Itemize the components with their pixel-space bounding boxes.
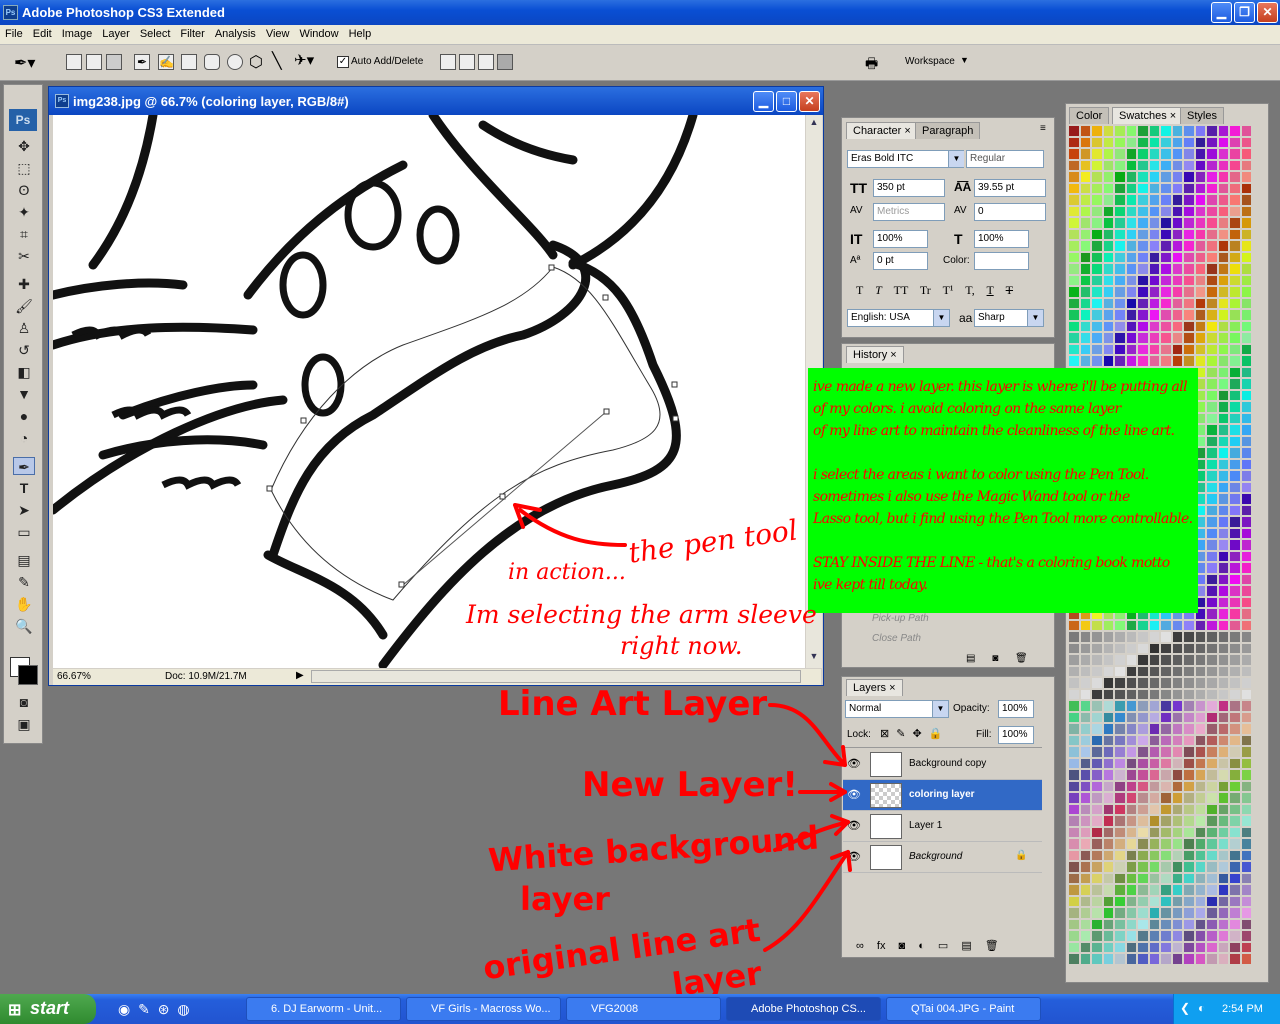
windows-logo-icon: ⊞ bbox=[8, 1002, 22, 1019]
original-layer-arrow bbox=[763, 850, 850, 952]
white-layer-arrow bbox=[773, 820, 850, 852]
taskbar-item[interactable]: 6. DJ Earworm - Unit... bbox=[246, 997, 401, 1021]
quick-launch-icons[interactable]: ◉ ✎ ⊛ ◍ bbox=[118, 1001, 190, 1018]
taskbar-item[interactable]: VFG2008 bbox=[566, 997, 721, 1021]
taskbar: ⊞ start ◉ ✎ ⊛ ◍ 6. DJ Earworm - Unit... … bbox=[0, 994, 1280, 1024]
taskbar-item[interactable]: QTai 004.JPG - Paint bbox=[886, 997, 1041, 1021]
taskbar-item-active[interactable]: Adobe Photoshop CS... bbox=[726, 997, 881, 1021]
system-tray: ❮ ◐ 2:54 PM bbox=[1173, 994, 1280, 1024]
pen-tool-arrow bbox=[518, 508, 627, 547]
line-art-arrow bbox=[768, 703, 847, 767]
start-label: start bbox=[30, 998, 70, 1018]
taskbar-item[interactable]: VF Girls - Macross Wo... bbox=[406, 997, 561, 1021]
start-button[interactable]: ⊞ start bbox=[0, 994, 96, 1024]
tray-arrow-icon[interactable]: ❮ bbox=[1180, 1001, 1190, 1015]
clock: 2:54 PM bbox=[1222, 1003, 1263, 1015]
volume-icon[interactable]: ◐ bbox=[1198, 1001, 1205, 1015]
annotation-arrows bbox=[513, 503, 852, 952]
